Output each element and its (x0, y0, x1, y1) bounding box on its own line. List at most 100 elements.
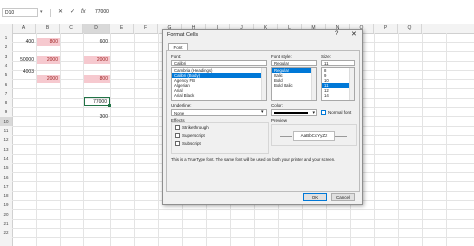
row-header-5[interactable]: 5 (0, 70, 12, 79)
row-headers: 1 2 3 4 5 6 7 8 9 10 11 12 13 14 15 16 1… (0, 33, 13, 246)
superscript-checkbox[interactable] (175, 133, 180, 138)
chevron-down-icon: ▾ (312, 110, 315, 116)
size-input[interactable]: 11 (321, 60, 355, 66)
font-style-item[interactable]: Bold Italic (272, 83, 316, 88)
row-header-8[interactable]: 8 (0, 98, 12, 107)
cell-c4[interactable]: 2000 (84, 56, 110, 64)
help-icon[interactable]: ? (335, 31, 338, 37)
preview-label: Preview (271, 118, 288, 123)
grid-line (422, 33, 423, 246)
strikethrough-checkbox[interactable] (175, 125, 180, 130)
name-box[interactable]: D10 (2, 8, 38, 17)
font-input[interactable]: Calibri (171, 60, 267, 66)
font-tab-panel: Font: Calibri Cambria (Headings) Calibri… (166, 50, 360, 192)
row-header-17[interactable]: 17 (0, 182, 12, 191)
cell-d12[interactable]: 300 (84, 113, 110, 121)
font-style-scrollbar[interactable] (311, 68, 316, 100)
column-header-d[interactable]: D (83, 24, 110, 33)
formula-bar-divider (50, 9, 51, 17)
subscript-checkbox[interactable] (175, 141, 180, 146)
row-header-4[interactable]: 4 (0, 61, 12, 70)
normal-font-label: Normal font (328, 110, 352, 115)
column-header-e[interactable]: E (110, 24, 134, 33)
format-cells-dialog: Format Cells ? ✕ Font Font: Calibri Camb… (162, 29, 363, 205)
row-header-10[interactable]: 10 (0, 116, 12, 126)
cell-b2[interactable]: 800 (37, 38, 60, 46)
cancel-icon[interactable]: ✕ (58, 8, 63, 17)
cell-d10-active[interactable]: 77000 (84, 97, 110, 106)
preview-group: AaBbCcYyZz (271, 124, 357, 146)
cell-a2[interactable]: 400 (13, 38, 36, 46)
preview-baseline (280, 136, 292, 137)
color-select[interactable]: ▾ (271, 109, 317, 116)
row-header-9[interactable]: 9 (0, 107, 12, 116)
column-header-b[interactable]: B (36, 24, 60, 33)
font-list-item[interactable]: Arial Black (172, 93, 266, 98)
chevron-down-icon[interactable]: ▾ (40, 8, 43, 17)
cancel-button[interactable]: Cancel (331, 193, 355, 201)
font-style-label: Font style: (271, 54, 292, 59)
normal-font-checkbox[interactable] (321, 110, 326, 115)
size-list[interactable]: 8 9 10 11 12 14 (321, 67, 355, 101)
dialog-title: Format Cells (167, 32, 199, 38)
grid-line (446, 33, 447, 246)
function-icon[interactable]: fx (81, 8, 86, 17)
row-header-6[interactable]: 6 (0, 80, 12, 89)
row-header-2[interactable]: 2 (0, 42, 12, 51)
row-header-19[interactable]: 19 (0, 200, 12, 209)
column-header-a[interactable]: A (12, 24, 36, 33)
preview-baseline (335, 136, 347, 137)
font-list[interactable]: Cambria (Headings) Calibri (Body) Agency… (171, 67, 267, 101)
chevron-down-icon[interactable]: ▾ (261, 109, 264, 116)
color-label: Color: (271, 103, 284, 108)
grid-line (398, 33, 399, 246)
grid-line (158, 33, 159, 246)
font-style-input[interactable]: Regular (271, 60, 317, 66)
grid-line (60, 33, 61, 246)
grid-line (12, 219, 474, 220)
ok-button[interactable]: OK (303, 193, 327, 201)
size-list-scrollbar[interactable] (349, 68, 354, 100)
cell-a4[interactable]: 50000 (13, 56, 36, 64)
cell-b7[interactable]: 2000 (37, 75, 60, 83)
row-header-15[interactable]: 15 (0, 163, 12, 172)
grid-line (110, 33, 111, 246)
fill-handle[interactable] (108, 104, 111, 107)
subscript-label: Subscript (182, 141, 201, 146)
row-header-1[interactable]: 1 (0, 33, 12, 42)
row-header-14[interactable]: 14 (0, 154, 12, 163)
row-header-21[interactable]: 21 (0, 219, 12, 228)
cell-a6[interactable]: 4003 (13, 68, 36, 76)
cell-b4[interactable]: 2000 (37, 56, 60, 64)
column-header-p[interactable]: P (374, 24, 398, 33)
close-icon[interactable]: ✕ (351, 30, 357, 38)
row-header-20[interactable]: 20 (0, 210, 12, 219)
column-header-f[interactable]: F (134, 24, 158, 33)
font-list-scrollbar[interactable] (261, 68, 266, 100)
font-style-list[interactable]: Regular Italic Bold Bold Italic (271, 67, 317, 101)
color-swatch (274, 112, 308, 114)
row-header-7[interactable]: 7 (0, 89, 12, 98)
row-header-16[interactable]: 16 (0, 173, 12, 182)
enter-icon[interactable]: ✓ (70, 8, 75, 17)
underline-select[interactable]: None (171, 109, 267, 116)
row-header-18[interactable]: 18 (0, 191, 12, 200)
row-header-22[interactable]: 22 (0, 228, 12, 237)
formula-input[interactable]: 77000 (95, 8, 109, 17)
row-header-13[interactable]: 13 (0, 145, 12, 154)
row-header-11[interactable]: 11 (0, 126, 12, 135)
grid-line (12, 237, 474, 238)
grid-line (12, 228, 474, 229)
row-header-3[interactable]: 3 (0, 52, 12, 61)
cell-d7[interactable]: 800 (84, 75, 110, 83)
grid-line (36, 33, 37, 246)
size-label: Size: (321, 54, 332, 59)
underline-label: Underline: (171, 103, 192, 108)
grid-line (134, 33, 135, 246)
preview-text: AaBbCcYyZz (293, 131, 335, 141)
row-header-12[interactable]: 12 (0, 135, 12, 144)
cell-d2[interactable]: 600 (84, 38, 110, 46)
column-header-q[interactable]: Q (398, 24, 422, 33)
formula-bar: D10 ▾ ✕ ✓ fx 77000 (0, 0, 474, 25)
column-header-c[interactable]: C (60, 24, 83, 33)
